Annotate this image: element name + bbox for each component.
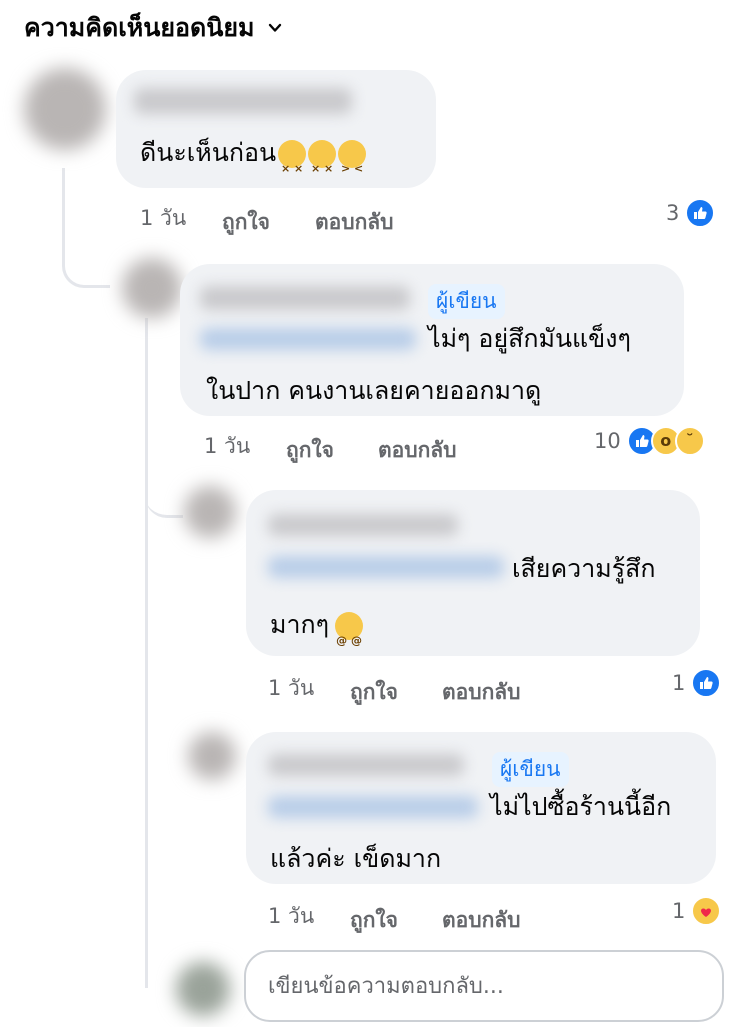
avatar[interactable] [122, 258, 182, 318]
reply-input-box[interactable] [244, 950, 724, 1022]
comment-text: ไม่ไปซื้อร้านนี้อีก [490, 792, 672, 821]
author-name[interactable] [134, 88, 352, 114]
comment-text: มากๆ [270, 610, 330, 639]
reaction-summary[interactable]: 3 [666, 198, 716, 228]
comment-bubble: เสียความรู้สึก มากๆ @ @ [246, 490, 700, 656]
comment-bubble: ผู้เขียน ไม่ๆ อยู่สึกมันแข็งๆ ในปาก คนงา… [180, 264, 684, 416]
reply-button[interactable]: ตอบกลับ [315, 206, 394, 239]
mention-tag[interactable] [268, 796, 478, 818]
thread-connector [145, 470, 183, 518]
woozy-face-icon: @ @ [335, 612, 364, 647]
like-icon [691, 668, 722, 698]
reaction-count: 3 [666, 201, 680, 225]
reply-button[interactable]: ตอบกลับ [378, 434, 457, 467]
dizzy-face-icon: × × [278, 140, 307, 175]
sad-icon: ˘ [674, 426, 705, 456]
reply-input[interactable] [268, 973, 722, 999]
chevron-down-icon [269, 23, 282, 32]
comment-bubble: ดีนะเห็นก่อน × × × × > < [116, 70, 436, 188]
author-badge: ผู้เขียน [428, 284, 505, 319]
comment-time[interactable]: 1 วัน [268, 900, 314, 933]
reply-button[interactable]: ตอบกลับ [442, 676, 521, 709]
avatar[interactable] [184, 486, 236, 538]
mention-tag[interactable] [268, 556, 504, 578]
comment-text: เสียความรู้สึก [512, 554, 656, 583]
comment-text: แล้วค่ะ เข็ดมาก [270, 844, 442, 873]
like-button[interactable]: ถูกใจ [222, 206, 270, 239]
comment-text: ดีนะเห็นก่อน [140, 138, 277, 167]
tired-face-icon: > < [338, 140, 367, 175]
reaction-summary[interactable]: 1 [672, 668, 722, 698]
avatar[interactable] [24, 68, 106, 150]
reaction-count: 1 [672, 899, 686, 923]
author-name[interactable] [268, 754, 464, 776]
reaction-count: 10 [594, 429, 621, 453]
thread-connector [62, 168, 110, 288]
reply-button[interactable]: ตอบกลับ [442, 904, 521, 937]
dizzy-face-icon: × × [308, 140, 337, 175]
comment-text: ไม่ๆ อยู่สึกมันแข็งๆ [428, 324, 631, 353]
author-name[interactable] [268, 514, 458, 536]
comment-time[interactable]: 1 วัน [140, 202, 186, 235]
author-name[interactable] [200, 286, 410, 310]
author-badge: ผู้เขียน [492, 752, 569, 787]
comment-time[interactable]: 1 วัน [268, 672, 314, 705]
reaction-count: 1 [672, 671, 686, 695]
sort-title: ความคิดเห็นยอดนิยม [24, 13, 255, 42]
avatar[interactable] [188, 732, 236, 780]
comments-sort-header[interactable]: ความคิดเห็นยอดนิยม [24, 8, 282, 48]
comment-text: ในปาก คนงานเลยคายออกมาดู [206, 376, 542, 405]
care-icon [691, 896, 722, 926]
reaction-summary[interactable]: 1 [672, 896, 722, 926]
like-button[interactable]: ถูกใจ [350, 904, 398, 937]
avatar[interactable] [176, 962, 230, 1016]
thread-line [145, 318, 148, 988]
comment-bubble: ผู้เขียน ไม่ไปซื้อร้านนี้อีก แล้วค่ะ เข็… [246, 732, 716, 884]
like-icon [685, 198, 716, 228]
like-button[interactable]: ถูกใจ [286, 434, 334, 467]
comment-time[interactable]: 1 วัน [204, 430, 250, 463]
mention-tag[interactable] [200, 328, 416, 350]
reaction-summary[interactable]: 10 o ˘ [594, 426, 705, 456]
like-button[interactable]: ถูกใจ [350, 676, 398, 709]
